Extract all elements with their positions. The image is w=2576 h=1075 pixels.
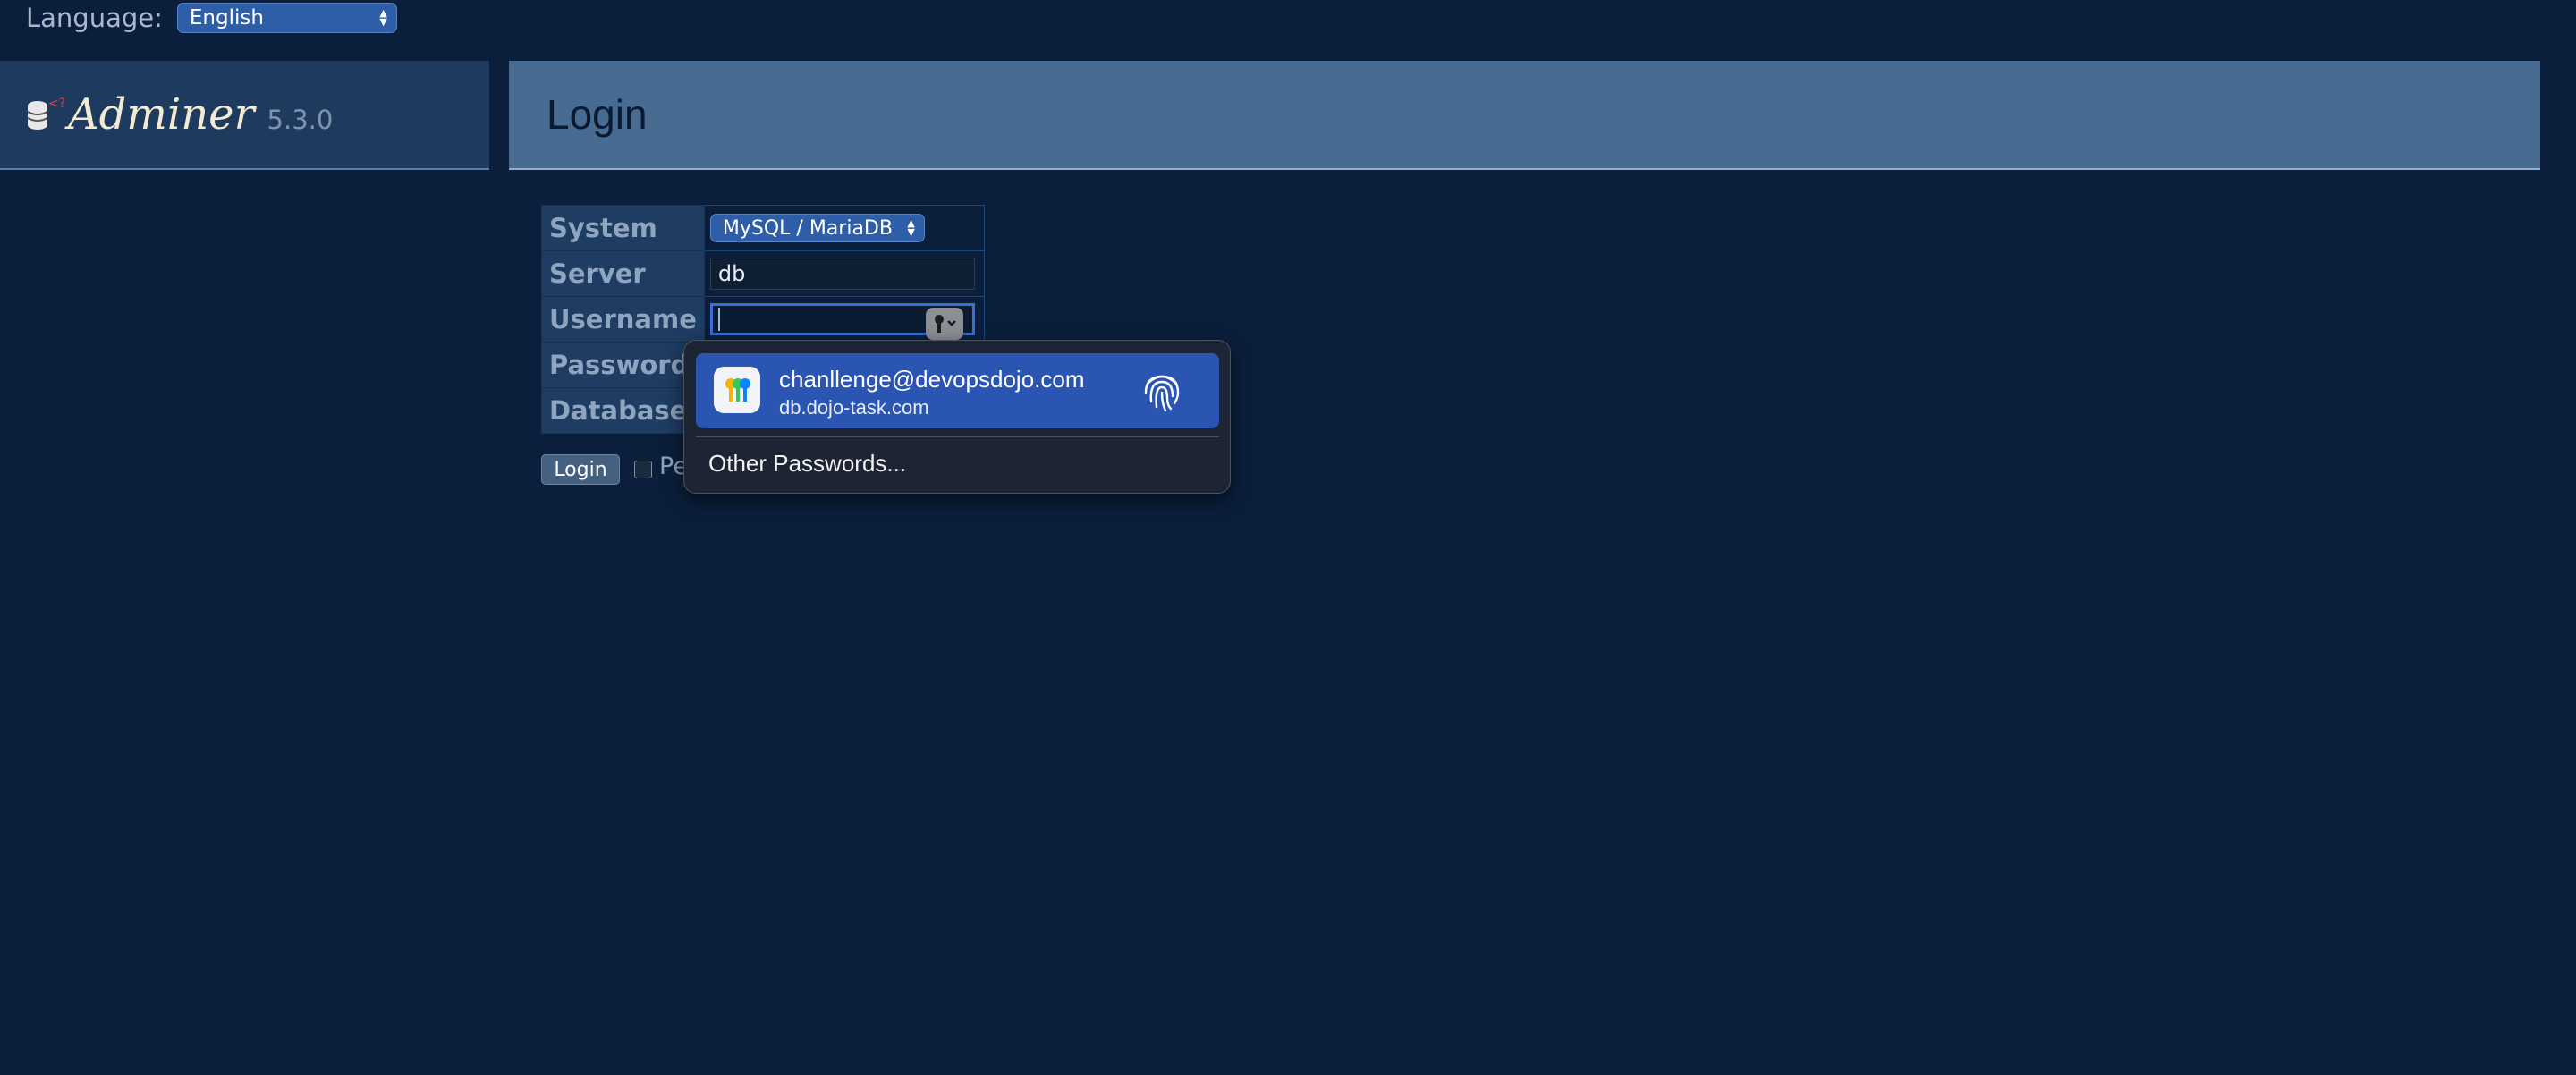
- login-button[interactable]: Login: [541, 454, 620, 485]
- app-name[interactable]: Adminer: [68, 89, 255, 140]
- select-arrows-icon: ▲ ▼: [379, 7, 387, 28]
- popup-divider: [696, 436, 1219, 437]
- language-bar: Language: English ▲ ▼: [26, 0, 397, 36]
- language-select[interactable]: English ▲ ▼: [176, 3, 397, 33]
- system-select[interactable]: MySQL / MariaDB ▲ ▼: [709, 214, 925, 242]
- brand-panel: <? Adminer 5.3.0: [0, 61, 489, 170]
- permanent-login-checkbox[interactable]: [634, 461, 652, 478]
- language-label: Language:: [26, 3, 163, 33]
- password-label: Password: [541, 342, 705, 388]
- language-selected: English: [189, 6, 264, 30]
- system-selected: MySQL / MariaDB: [722, 216, 893, 240]
- svg-text:<?: <?: [48, 97, 64, 111]
- page-header: Login: [509, 61, 2540, 170]
- system-row: System MySQL / MariaDB ▲ ▼: [541, 205, 985, 251]
- password-autofill-popup: chanllenge@devopsdojo.com db.dojo-task.c…: [683, 340, 1231, 494]
- app-version: 5.3.0: [267, 105, 334, 135]
- username-input[interactable]: [709, 303, 975, 340]
- database-label: Database: [541, 387, 705, 434]
- database-icon: <?: [25, 95, 65, 134]
- credential-host: db.dojo-task.com: [779, 396, 929, 419]
- server-row: Server db: [541, 250, 985, 297]
- system-label: System: [541, 205, 705, 251]
- key-icon[interactable]: [925, 308, 963, 340]
- fingerprint-icon: [1137, 366, 1187, 416]
- text-caret: [717, 308, 720, 331]
- page-title: Login: [547, 91, 648, 138]
- credential-username: chanllenge@devopsdojo.com: [779, 366, 1085, 393]
- other-passwords-item[interactable]: Other Passwords...: [708, 450, 906, 478]
- saved-credential-item[interactable]: chanllenge@devopsdojo.com db.dojo-task.c…: [696, 353, 1219, 428]
- username-label: Username: [541, 296, 705, 343]
- select-arrows-icon: ▲ ▼: [907, 217, 915, 238]
- server-label: Server: [541, 250, 705, 297]
- passwords-app-icon: [714, 367, 760, 413]
- username-row: Username: [541, 296, 985, 343]
- server-input[interactable]: db: [709, 258, 975, 290]
